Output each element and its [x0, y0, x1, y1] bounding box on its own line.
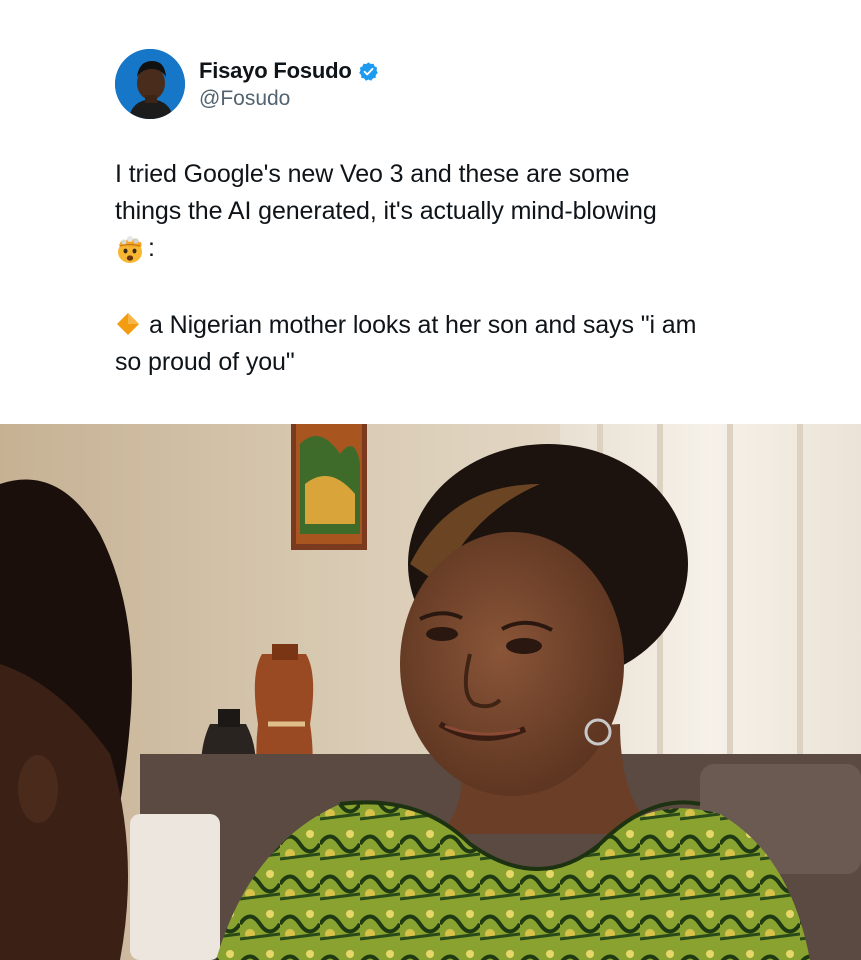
post-text-line: things the AI generated, it's actually m…: [115, 197, 657, 225]
post-header: Fisayo Fosudo @Fosudo: [115, 49, 379, 119]
emoji-line: :: [115, 230, 755, 267]
post-text: I tried Google's new Veo 3 and these are…: [115, 156, 755, 381]
author-name[interactable]: Fisayo Fosudo: [199, 58, 352, 84]
prompt-text-line: a Nigerian mother looks at her son and s…: [115, 307, 755, 344]
prompt-text: a Nigerian mother looks at her son and s…: [149, 311, 697, 339]
verified-badge-icon: [358, 61, 379, 82]
name-row: Fisayo Fosudo: [199, 57, 379, 85]
author-handle[interactable]: @Fosudo: [199, 87, 379, 111]
emoji-line-suffix: :: [148, 234, 155, 262]
prompt-text-line: so proud of you": [115, 348, 295, 376]
media-illustration: [0, 424, 861, 960]
avatar[interactable]: [115, 49, 185, 119]
exploding-head-emoji-icon: [115, 234, 145, 264]
post-media-image[interactable]: [0, 424, 861, 960]
author-info: Fisayo Fosudo @Fosudo: [199, 57, 379, 111]
orange-diamond-icon: [115, 311, 141, 337]
post-text-line: I tried Google's new Veo 3 and these are…: [115, 160, 630, 188]
avatar-image: [115, 49, 185, 119]
